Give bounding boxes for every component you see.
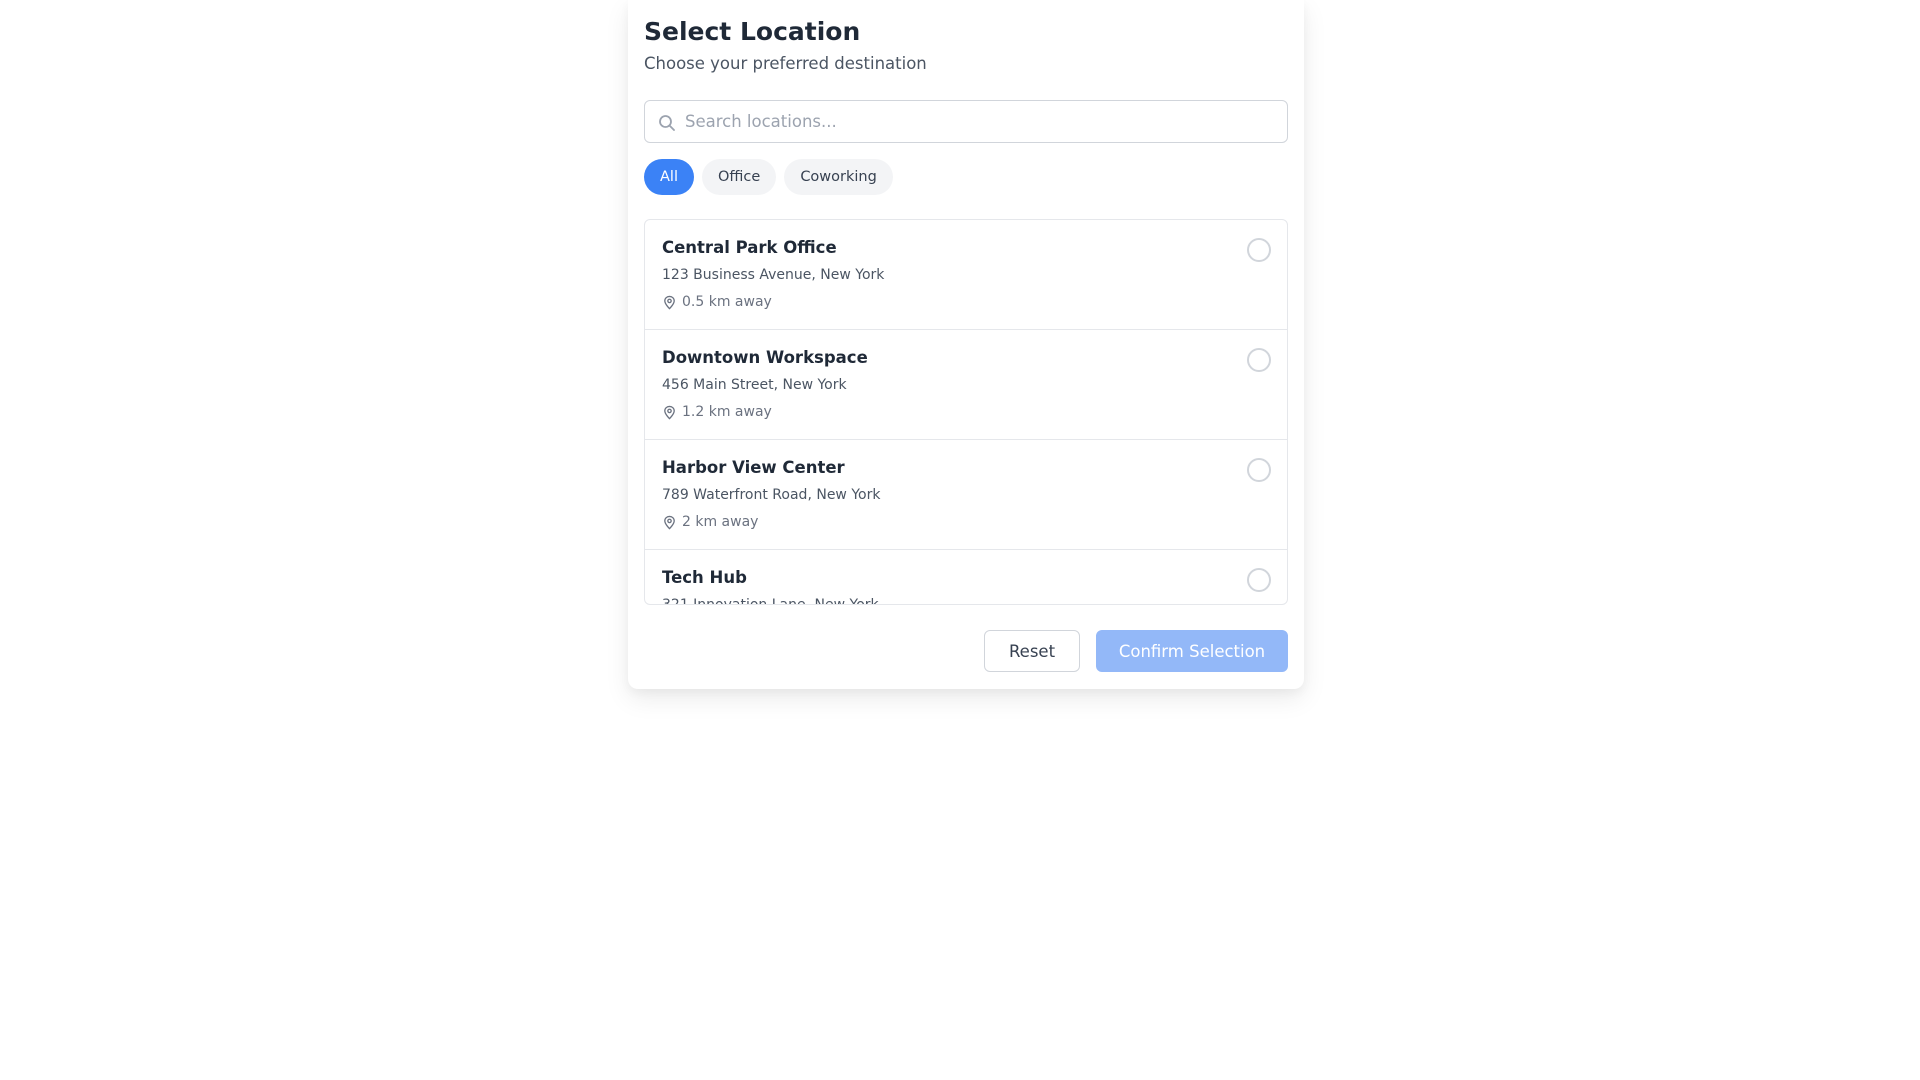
location-name: Central Park Office bbox=[662, 238, 837, 257]
reset-button[interactable]: Reset bbox=[984, 630, 1080, 672]
location-address: 123 Business Avenue, New York bbox=[662, 267, 885, 283]
location-item[interactable]: Downtown Workspace 456 Main Street, New … bbox=[645, 330, 1287, 440]
filter-chip-all[interactable]: All bbox=[644, 159, 694, 195]
search-box[interactable] bbox=[644, 100, 1288, 143]
location-radio[interactable] bbox=[1247, 238, 1271, 262]
location-item[interactable]: Harbor View Center 789 Waterfront Road, … bbox=[645, 440, 1287, 550]
filter-chip-office[interactable]: Office bbox=[701, 159, 777, 195]
page-subtitle: Choose your preferred destination bbox=[644, 54, 927, 73]
map-pin-icon bbox=[664, 295, 675, 310]
search-input[interactable] bbox=[685, 101, 1275, 142]
location-item[interactable]: Tech Hub 321 Innovation Lane, New York bbox=[645, 550, 1287, 605]
location-radio[interactable] bbox=[1247, 568, 1271, 592]
location-name: Harbor View Center bbox=[662, 458, 845, 477]
location-distance: 0.5 km away bbox=[662, 294, 772, 310]
location-distance: 1.2 km away bbox=[662, 404, 772, 420]
location-address: 321 Innovation Lane, New York bbox=[662, 597, 879, 605]
location-radio[interactable] bbox=[1247, 458, 1271, 482]
location-radio[interactable] bbox=[1247, 348, 1271, 372]
location-distance-text: 2 km away bbox=[682, 514, 759, 530]
location-address: 456 Main Street, New York bbox=[662, 377, 847, 393]
location-list[interactable]: Central Park Office 123 Business Avenue,… bbox=[644, 219, 1288, 605]
location-distance-text: 0.5 km away bbox=[682, 294, 772, 310]
location-address: 789 Waterfront Road, New York bbox=[662, 487, 881, 503]
location-distance-text: 1.2 km away bbox=[682, 404, 772, 420]
filter-chip-coworking[interactable]: Coworking bbox=[784, 159, 893, 195]
search-icon bbox=[657, 113, 677, 133]
location-name: Tech Hub bbox=[662, 568, 747, 587]
location-selector-card: Select Location Choose your preferred de… bbox=[628, 0, 1304, 689]
location-distance: 2 km away bbox=[662, 514, 758, 530]
map-pin-icon bbox=[664, 515, 675, 530]
location-name: Downtown Workspace bbox=[662, 348, 868, 367]
location-item[interactable]: Central Park Office 123 Business Avenue,… bbox=[645, 220, 1287, 330]
map-pin-icon bbox=[664, 405, 675, 420]
page-title: Select Location bbox=[644, 17, 861, 46]
filter-chips: All Office Coworking bbox=[644, 159, 893, 195]
confirm-selection-button[interactable]: Confirm Selection bbox=[1096, 630, 1288, 672]
